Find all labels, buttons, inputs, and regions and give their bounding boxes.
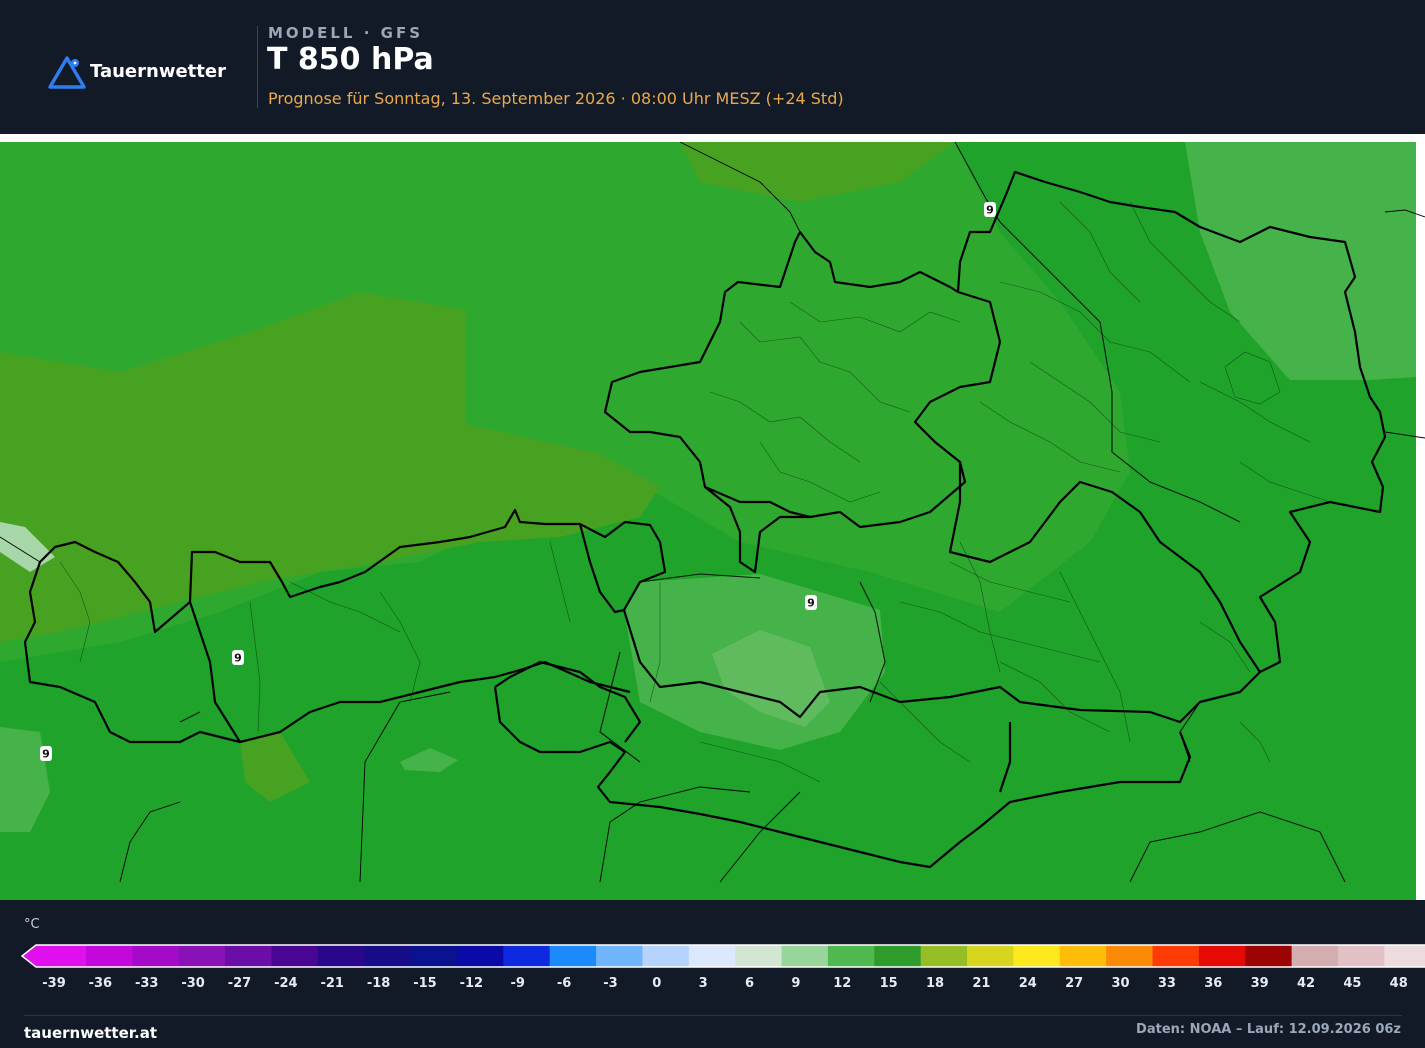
mountain-pin-icon <box>48 56 86 89</box>
map-canvas: 9 9 9 9 <box>0 142 1425 900</box>
scale-tick-label: 18 <box>926 976 944 991</box>
scale-tick-label: -21 <box>320 976 344 991</box>
scale-swatch <box>920 945 968 967</box>
footer-divider <box>24 1015 1402 1016</box>
scale-tick-label: 30 <box>1111 976 1129 991</box>
scale-tick-label: 6 <box>745 976 754 991</box>
scale-swatch <box>317 945 365 967</box>
header-divider <box>257 26 258 108</box>
isoline-label-text: 9 <box>807 597 815 610</box>
scale-bar <box>20 944 1425 968</box>
color-scale: -39 -36 -33 -30 -27 -24 -21 -18 -15 -12 -9 -6 -3 0 3 6 9… <box>20 944 1425 991</box>
scale-swatch <box>1198 945 1246 967</box>
isoline-label: 9 <box>232 650 244 665</box>
header: Tauernwetter MODELL · GFS T 850 hPa Prog… <box>0 0 1425 134</box>
scale-tick-label: -36 <box>89 976 113 991</box>
isoline-label-text: 9 <box>234 652 242 665</box>
scale-ticks: -39 -36 -33 -30 -27 -24 -21 -18 -15 -12 -9 -6 -3 0 3 6 9… <box>42 976 1408 991</box>
brand-name: Tauernwetter <box>90 60 226 82</box>
scale-tick-label: 36 <box>1204 976 1222 991</box>
scale-tick-label: 39 <box>1251 976 1269 991</box>
scale-tick-label: 15 <box>880 976 898 991</box>
isoline-label-text: 9 <box>986 204 994 217</box>
isoline-label: 9 <box>40 746 52 761</box>
scale-swatch <box>827 945 875 967</box>
scale-tick-label: -27 <box>228 976 252 991</box>
brand-logo[interactable]: Tauernwetter <box>48 52 226 90</box>
scale-tick-label: -24 <box>274 976 298 991</box>
scale-swatch <box>967 945 1014 967</box>
site-link[interactable]: tauernwetter.at <box>24 1024 157 1042</box>
scale-tick-label: 33 <box>1158 976 1176 991</box>
scale-tick-label: 0 <box>652 976 661 991</box>
scale-swatch <box>642 945 690 967</box>
scale-tick-label: -12 <box>460 976 484 991</box>
scale-swatch <box>1291 945 1339 967</box>
scale-tick-label: 48 <box>1390 976 1408 991</box>
scale-swatch <box>688 945 736 967</box>
scale-swatch <box>874 945 922 967</box>
model-label: MODELL · GFS <box>268 24 423 42</box>
scale-swatch <box>86 945 133 967</box>
scale-tick-label: 3 <box>699 976 708 991</box>
scale-tick-label: 45 <box>1343 976 1361 991</box>
isoline-label-text: 9 <box>42 748 50 761</box>
scale-swatch <box>410 945 458 967</box>
scale-swatch <box>596 945 644 967</box>
scale-tick-label: 9 <box>791 976 800 991</box>
scale-swatch <box>456 945 504 967</box>
data-source: Daten: NOAA – Lauf: 12.09.2026 06z <box>1136 1022 1401 1037</box>
scale-tick-label: -9 <box>510 976 524 991</box>
scale-swatch <box>503 945 551 967</box>
scale-tick-label: -39 <box>42 976 66 991</box>
scale-tick-label: -6 <box>557 976 571 991</box>
scale-swatch <box>132 945 180 967</box>
scale-tick-label: -30 <box>181 976 205 991</box>
scale-swatch <box>1384 945 1425 967</box>
scale-swatch <box>735 945 783 967</box>
scale-tick-label: -15 <box>413 976 437 991</box>
scale-tick-label: 21 <box>972 976 990 991</box>
scale-swatch <box>1245 945 1293 967</box>
forecast-subtitle: Prognose für Sonntag, 13. September 2026… <box>268 89 844 108</box>
temperature-map[interactable]: 9 9 9 9 <box>0 142 1425 900</box>
scale-tick-label: 24 <box>1019 976 1037 991</box>
scale-swatch <box>271 945 319 967</box>
isoline-label: 9 <box>984 202 996 217</box>
scale-swatch <box>781 945 829 967</box>
scale-swatch <box>1106 945 1154 967</box>
scale-swatch <box>364 945 412 967</box>
scale-swatch <box>1059 945 1107 967</box>
scale-tick-label: 27 <box>1065 976 1083 991</box>
scale-tick-label: -3 <box>603 976 617 991</box>
scale-swatch <box>549 945 597 967</box>
scale-swatch <box>225 945 273 967</box>
scale-tick-label: 12 <box>833 976 851 991</box>
scale-tick-label: -18 <box>367 976 391 991</box>
color-legend: °C -39 -36 -33 -30 -27 -24 -21 -18 -15 -12 -9 -6 -3 0… <box>0 900 1425 1048</box>
scale-swatch <box>178 945 226 967</box>
page-title: T 850 hPa <box>267 42 434 77</box>
scale-swatch <box>1013 945 1061 967</box>
scale-swatch <box>1152 945 1200 967</box>
isoline-label: 9 <box>805 595 817 610</box>
scale-tick-label: 42 <box>1297 976 1315 991</box>
scale-swatch <box>1337 945 1385 967</box>
scale-tick-label: -33 <box>135 976 159 991</box>
